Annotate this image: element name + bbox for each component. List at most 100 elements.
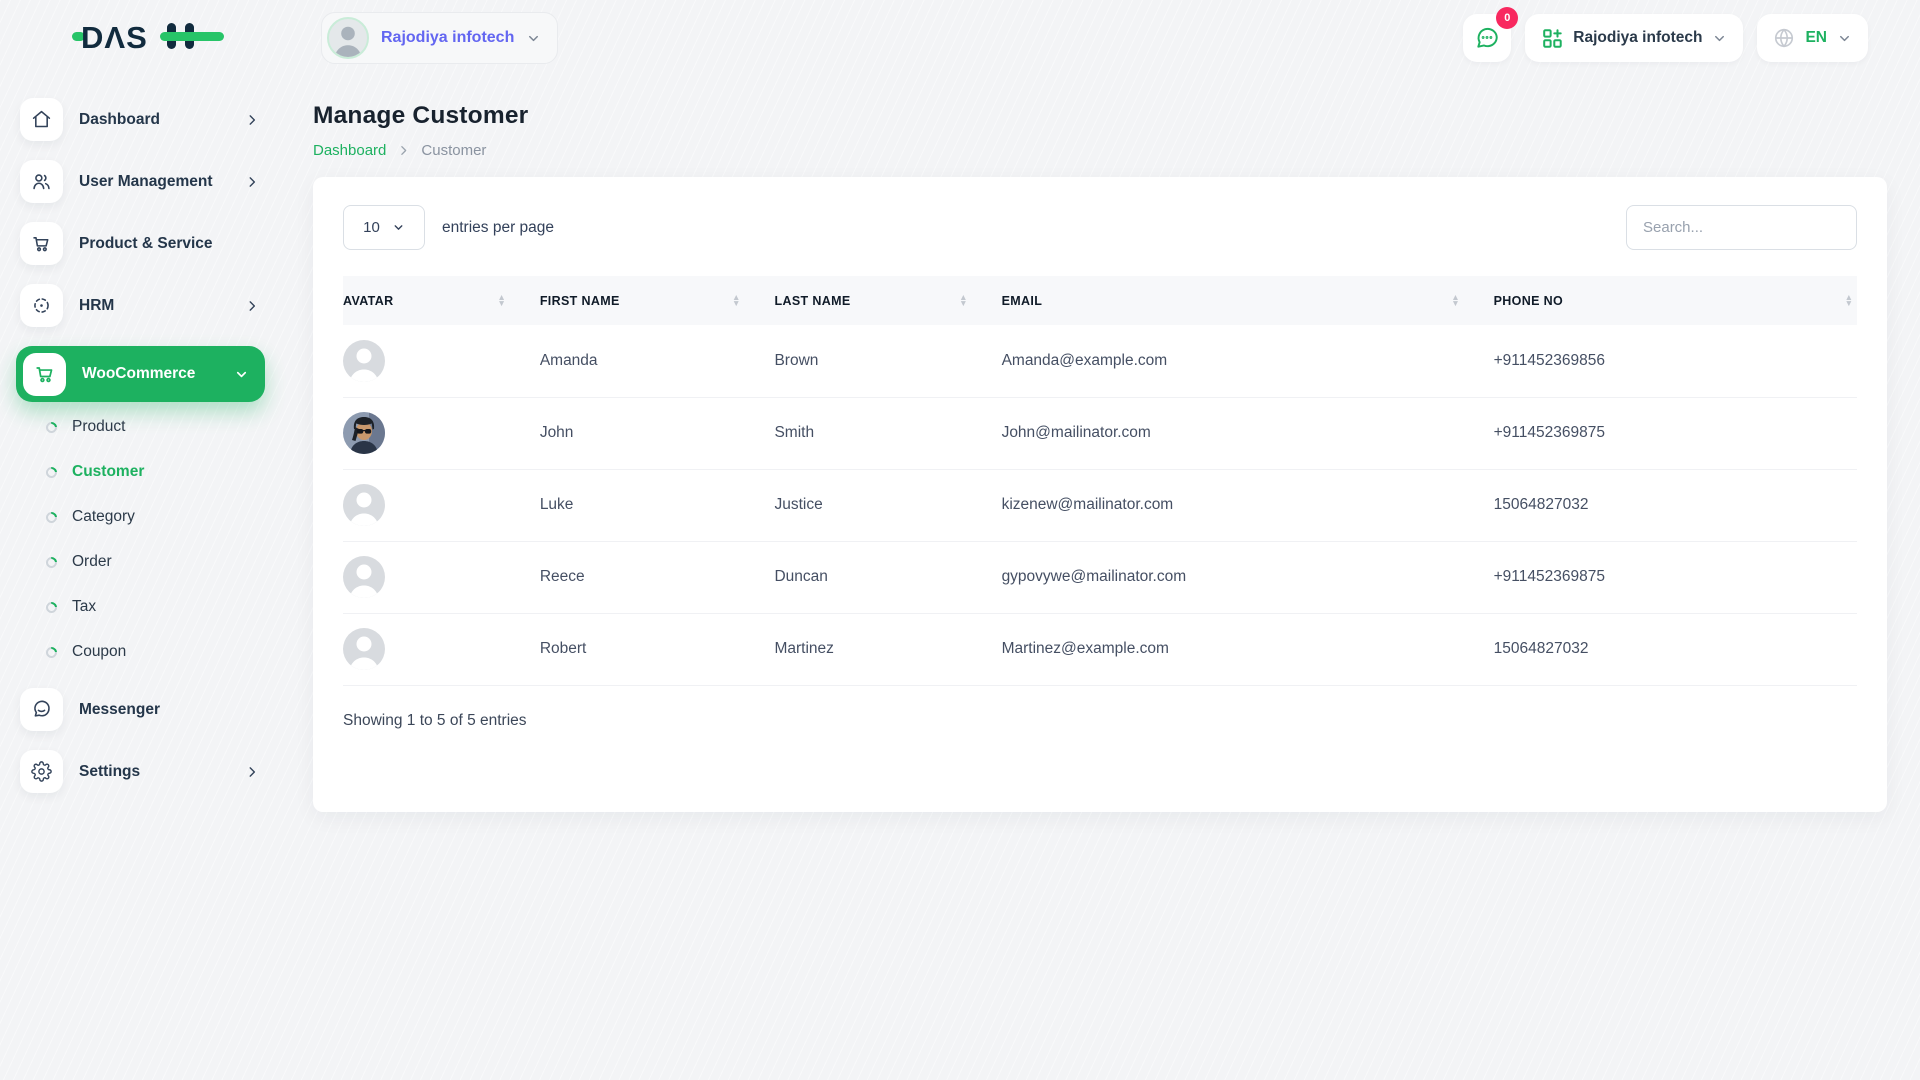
cell-first-name: Luke (540, 469, 775, 541)
dash-logo-icon: DΛS (72, 15, 224, 57)
sidebar-item-messenger[interactable]: Messenger (16, 688, 265, 731)
sidebar-item-label: WooCommerce (82, 365, 195, 383)
breadcrumb-dashboard-link[interactable]: Dashboard (313, 142, 386, 159)
cell-last-name: Duncan (774, 541, 1001, 613)
topbar-right: 0 Rajodiya infotech (1463, 14, 1920, 62)
table-row: Reece Duncan gypovywe@mailinator.com +91… (343, 541, 1857, 613)
cell-avatar (343, 325, 540, 397)
column-header-email[interactable]: EMAIL▲▼ (1002, 276, 1494, 325)
sidebar-item-label: Dashboard (79, 111, 160, 129)
cell-first-name: Reece (540, 541, 775, 613)
cell-phone: +911452369875 (1494, 541, 1857, 613)
bullet-icon (44, 599, 59, 614)
language-menu[interactable]: EN (1757, 14, 1868, 62)
messages-button[interactable]: 0 (1463, 14, 1511, 62)
sidebar-item-user-management[interactable]: User Management (16, 160, 265, 203)
bullet-icon (44, 644, 59, 659)
sidebar-subitem-category[interactable]: Category (16, 508, 265, 526)
workspace-label: Rajodiya infotech (381, 29, 514, 47)
sidebar-item-label: Product & Service (79, 235, 213, 253)
cart-icon (23, 353, 66, 396)
column-header-last-name[interactable]: LAST NAME▲▼ (774, 276, 1001, 325)
cell-email: Martinez@example.com (1002, 613, 1494, 685)
column-header-first-name[interactable]: FIRST NAME▲▼ (540, 276, 775, 325)
svg-text:DΛS: DΛS (81, 20, 148, 55)
column-header-phone-no[interactable]: PHONE NO▲▼ (1494, 276, 1857, 325)
bullet-icon (44, 509, 59, 524)
cell-last-name: Smith (774, 397, 1001, 469)
customer-table: AVATAR▲▼ FIRST NAME▲▼ LAST NAME▲▼ EMAIL▲… (343, 276, 1857, 686)
avatar-photo (343, 412, 385, 454)
cell-avatar (343, 469, 540, 541)
table-row: Amanda Brown Amanda@example.com +9114523… (343, 325, 1857, 397)
avatar-placeholder-icon (343, 340, 385, 382)
entries-per-page-select[interactable]: 10 (343, 205, 425, 250)
cell-email: kizenew@mailinator.com (1002, 469, 1494, 541)
sidebar-subitem-label: Customer (72, 463, 144, 481)
avatar (343, 412, 385, 454)
chevron-down-icon (392, 221, 405, 234)
home-icon (20, 98, 63, 141)
customer-table-card: 10 entries per page AVATAR▲▼ FIRST NAME▲… (313, 177, 1887, 812)
chevron-right-icon (245, 113, 259, 127)
sidebar-subitem-customer[interactable]: Customer (16, 463, 265, 481)
table-row: Luke Justice kizenew@mailinator.com 1506… (343, 469, 1857, 541)
bullet-icon (44, 554, 59, 569)
cell-last-name: Martinez (774, 613, 1001, 685)
table-row: John Smith John@mailinator.com +91145236… (343, 397, 1857, 469)
column-header-avatar[interactable]: AVATAR▲▼ (343, 276, 540, 325)
cell-first-name: Amanda (540, 325, 775, 397)
cell-phone: 15064827032 (1494, 613, 1857, 685)
sidebar-item-label: User Management (79, 173, 213, 191)
sidebar-item-settings[interactable]: Settings (16, 750, 265, 793)
sidebar-subitem-tax[interactable]: Tax (16, 598, 265, 616)
sidebar-subitem-order[interactable]: Order (16, 553, 265, 571)
sidebar-subitem-product[interactable]: Product (16, 418, 265, 436)
bullet-icon (44, 464, 59, 479)
sidebar-subitem-label: Coupon (72, 643, 126, 661)
topbar: DΛS Rajodiya infotech (0, 0, 1920, 76)
sort-icon: ▲▼ (1451, 295, 1459, 306)
workspace-switcher[interactable]: Rajodiya infotech (321, 12, 558, 64)
cell-first-name: Robert (540, 613, 775, 685)
sidebar-item-product-service[interactable]: Product & Service (16, 222, 265, 265)
sidebar-item-label: Settings (79, 763, 140, 781)
chevron-down-icon (526, 31, 541, 46)
table-controls: 10 entries per page (343, 205, 1857, 250)
messages-badge: 0 (1496, 7, 1518, 29)
chat-bubble-icon (1474, 25, 1500, 51)
gear-icon (20, 750, 63, 793)
avatar-placeholder-icon (343, 484, 385, 526)
sidebar-item-hrm[interactable]: HRM (16, 284, 265, 327)
avatar (343, 484, 385, 526)
target-icon (20, 284, 63, 327)
entries-per-page-value: 10 (363, 219, 380, 236)
company-label: Rajodiya infotech (1573, 29, 1702, 47)
main-content: Manage Customer Dashboard Customer 10 en… (283, 76, 1920, 1080)
cart-icon (20, 222, 63, 265)
sidebar-subitem-coupon[interactable]: Coupon (16, 643, 265, 661)
cell-email: gypovywe@mailinator.com (1002, 541, 1494, 613)
chevron-right-icon (245, 765, 259, 779)
search-input[interactable] (1626, 205, 1857, 250)
sidebar-item-dashboard[interactable]: Dashboard (16, 98, 265, 141)
cell-avatar (343, 613, 540, 685)
cell-avatar (343, 397, 540, 469)
sidebar-item-woocommerce[interactable]: WooCommerce (16, 346, 265, 402)
entries-per-page-label: entries per page (442, 219, 554, 237)
cell-avatar (343, 541, 540, 613)
cell-email: John@mailinator.com (1002, 397, 1494, 469)
cell-last-name: Justice (774, 469, 1001, 541)
avatar-placeholder-icon (343, 628, 385, 670)
sidebar-subitem-label: Tax (72, 598, 96, 616)
sidebar-subitem-label: Product (72, 418, 125, 436)
company-menu[interactable]: Rajodiya infotech (1525, 14, 1743, 62)
dash-logo[interactable]: DΛS (72, 15, 224, 62)
avatar (343, 628, 385, 670)
chevron-right-icon (245, 299, 259, 313)
sidebar-subitem-label: Order (72, 553, 112, 571)
avatar (343, 340, 385, 382)
cell-phone: 15064827032 (1494, 469, 1857, 541)
app-root: DΛS Rajodiya infotech (0, 0, 1920, 1080)
table-row: Robert Martinez Martinez@example.com 150… (343, 613, 1857, 685)
